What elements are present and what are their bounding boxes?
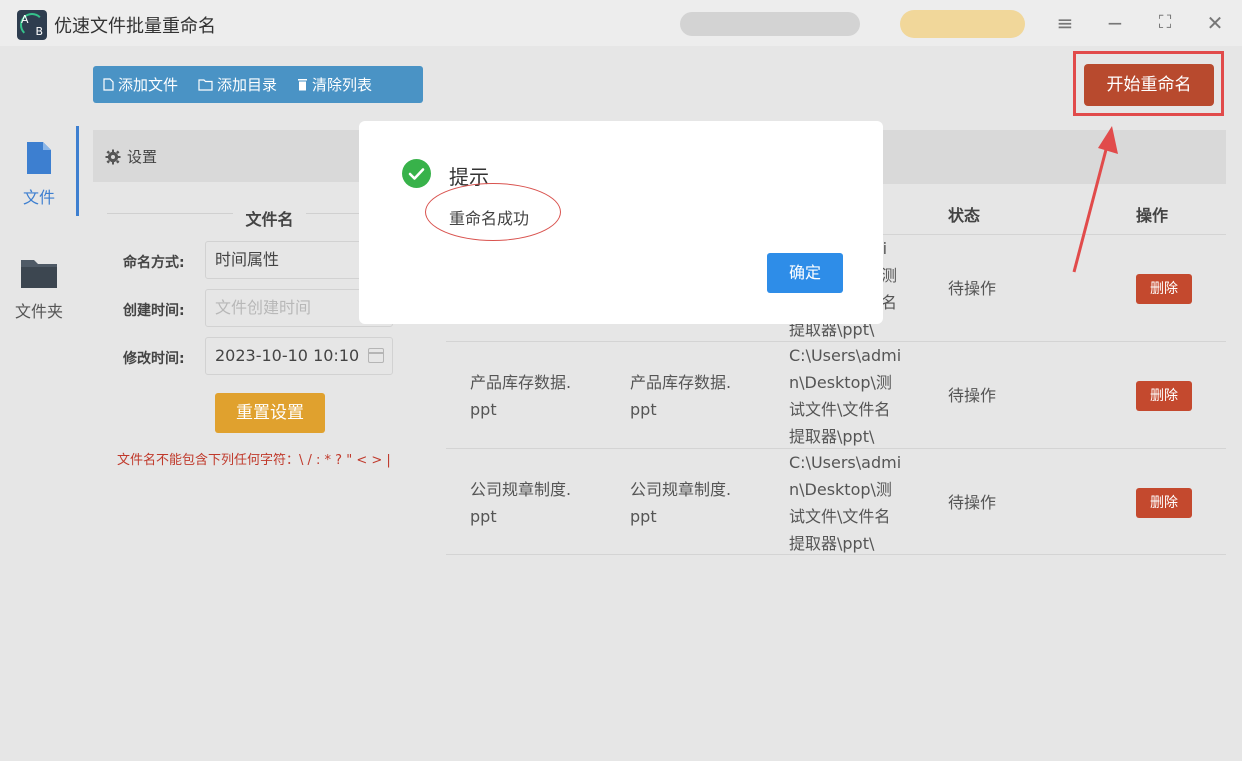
- modified-time-input[interactable]: 2023-10-10 10:10: [205, 337, 393, 375]
- column-header-action: 操作: [1136, 206, 1169, 225]
- annotation-arrow: [1072, 126, 1118, 273]
- reset-settings-button[interactable]: 重置设置: [215, 393, 325, 433]
- folder-icon: [21, 260, 57, 288]
- settings-title: 设置: [105, 146, 157, 167]
- add-dir-button[interactable]: 添加目录: [188, 74, 287, 95]
- nav-folder-label: 文件夹: [14, 302, 63, 321]
- table-row: 产品库存数据. ppt 产品库存数据. ppt C:\Users\admi n\…: [446, 341, 1226, 448]
- path-line: 提取器\ppt\: [789, 427, 875, 446]
- name-line: 产品库存数据.: [470, 373, 572, 392]
- logo-letter-a: A: [21, 13, 29, 26]
- path-line: 试文件\文件名: [789, 400, 891, 419]
- confirm-button[interactable]: 确定: [767, 253, 843, 293]
- start-rename-button[interactable]: 开始重命名: [1084, 64, 1214, 106]
- trash-icon: [298, 79, 308, 91]
- menu-icon[interactable]: ≡: [1052, 10, 1078, 36]
- calendar-icon[interactable]: [368, 348, 384, 363]
- section-title-text: 文件名: [233, 210, 306, 229]
- app-title: 优速文件批量重命名: [54, 16, 216, 37]
- settings-header-label: 设置: [127, 148, 158, 166]
- clear-list-label: 清除列表: [312, 76, 373, 94]
- filename-warning: 文件名不能包含下列任何字符：\ / : * ? " < > |: [117, 453, 391, 468]
- delete-button[interactable]: 删除: [1136, 274, 1192, 304]
- success-check-icon: [402, 159, 431, 188]
- column-header-status: 状态: [948, 206, 981, 225]
- path-cell: C:\Users\admi n\Desktop\测 试文件\文件名 提取器\pp…: [789, 449, 901, 557]
- file-icon: [27, 142, 51, 174]
- path-line: C:\Users\admi: [789, 453, 902, 472]
- add-file-button[interactable]: 添加文件: [93, 74, 188, 95]
- new-name-line: ppt: [630, 507, 657, 526]
- modified-time-value: 2023-10-10 10:10: [215, 346, 360, 365]
- new-name-line: 公司规章制度.: [630, 480, 732, 499]
- new-name-cell: 公司规章制度. ppt: [630, 476, 731, 530]
- new-name-line: ppt: [630, 400, 657, 419]
- nav-item-file[interactable]: 文件: [0, 140, 78, 208]
- name-line: ppt: [470, 507, 497, 526]
- table-row: 公司规章制度. ppt 公司规章制度. ppt C:\Users\admi n\…: [446, 448, 1226, 555]
- blurred-account-area: [680, 12, 860, 36]
- new-name-cell: 产品库存数据. ppt: [630, 369, 731, 423]
- name-line: 公司规章制度.: [470, 480, 572, 499]
- annotation-ellipse: [425, 183, 561, 241]
- new-name-line: 产品库存数据.: [630, 373, 732, 392]
- toolbar: 添加文件 添加目录 清除列表: [93, 66, 423, 103]
- original-name-cell: 产品库存数据. ppt: [470, 369, 571, 423]
- add-dir-label: 添加目录: [217, 76, 278, 94]
- folder-outline-icon: [198, 78, 213, 91]
- maximize-icon[interactable]: ⛶: [1152, 10, 1178, 36]
- file-outline-icon: [103, 78, 114, 91]
- nav-item-folder[interactable]: 文件夹: [0, 256, 78, 322]
- path-cell: C:\Users\admi n\Desktop\测 试文件\文件名 提取器\pp…: [789, 342, 901, 450]
- minimize-icon[interactable]: −: [1102, 10, 1128, 36]
- modified-time-label: 修改时间:: [123, 351, 185, 367]
- path-line: 提取器\ppt\: [789, 534, 875, 553]
- app-logo-icon: A B: [17, 10, 47, 40]
- status-cell: 待操作: [948, 386, 997, 405]
- status-cell: 待操作: [948, 493, 997, 512]
- success-dialog: 提示 重命名成功 确定: [359, 121, 883, 324]
- name-line: ppt: [470, 400, 497, 419]
- nav-file-label: 文件: [22, 188, 55, 207]
- path-line: C:\Users\admi: [789, 346, 902, 365]
- original-name-cell: 公司规章制度. ppt: [470, 476, 571, 530]
- delete-button[interactable]: 删除: [1136, 381, 1192, 411]
- nav-active-indicator: [76, 126, 79, 216]
- status-cell: 待操作: [948, 279, 997, 298]
- left-nav: 文件 文件夹: [0, 46, 80, 761]
- gear-icon: [105, 149, 121, 164]
- naming-mode-label: 命名方式:: [123, 255, 185, 271]
- close-icon[interactable]: ✕: [1202, 10, 1228, 36]
- path-line: n\Desktop\测: [789, 373, 892, 392]
- title-bar: A B 优速文件批量重命名 ≡ − ⛶ ✕: [0, 0, 1242, 46]
- logo-letter-b: B: [35, 25, 43, 38]
- blurred-upgrade-button[interactable]: [900, 10, 1025, 38]
- path-line: n\Desktop\测: [789, 480, 892, 499]
- created-time-label: 创建时间:: [123, 303, 185, 319]
- path-line: 试文件\文件名: [789, 507, 891, 526]
- clear-list-button[interactable]: 清除列表: [287, 74, 382, 95]
- delete-button[interactable]: 删除: [1136, 488, 1192, 518]
- add-file-label: 添加文件: [118, 76, 179, 94]
